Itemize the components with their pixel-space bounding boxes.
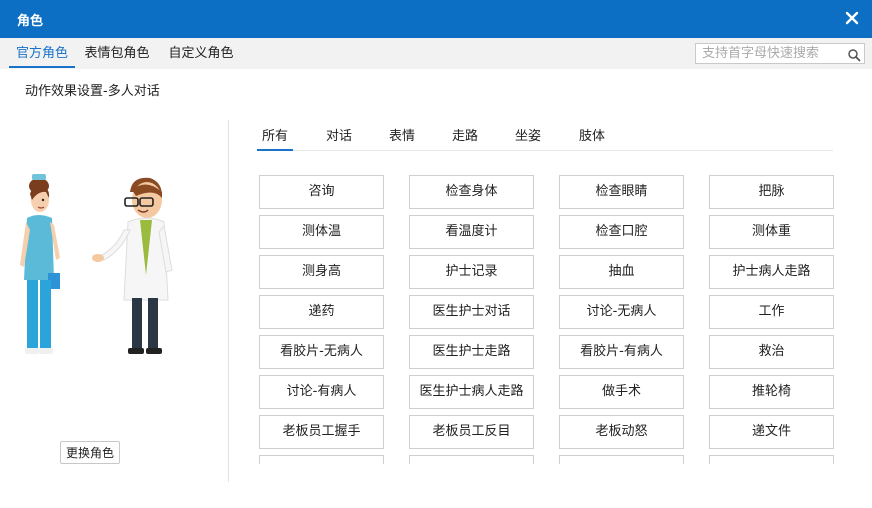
action-button[interactable]: 救治 — [709, 335, 834, 369]
filter-dialogue[interactable]: 对话 — [321, 126, 357, 150]
search-input[interactable] — [702, 45, 842, 62]
nurse-figure — [20, 174, 60, 354]
action-button[interactable]: 递药 — [259, 295, 384, 329]
action-button[interactable]: 医生护士对话 — [409, 295, 534, 329]
action-button[interactable]: 递文件 — [709, 415, 834, 449]
action-button[interactable]: 把脉 — [709, 175, 834, 209]
action-button[interactable]: 工作 — [709, 295, 834, 329]
action-button[interactable]: 测体温 — [259, 215, 384, 249]
action-button[interactable]: 咨询 — [259, 175, 384, 209]
action-button[interactable] — [409, 455, 534, 464]
action-button[interactable] — [559, 455, 684, 464]
title-bar: 角色 — [0, 0, 872, 38]
action-button[interactable]: 老板动怒 — [559, 415, 684, 449]
action-button[interactable]: 老板员工反目 — [409, 415, 534, 449]
character-preview — [20, 174, 173, 354]
action-button[interactable] — [709, 455, 834, 464]
action-button[interactable]: 医生护士病人走路 — [409, 375, 534, 409]
action-button[interactable]: 抽血 — [559, 255, 684, 289]
filter-body[interactable]: 肢体 — [574, 126, 610, 150]
close-icon[interactable] — [842, 8, 862, 28]
panel-divider — [228, 120, 229, 482]
filter-walk[interactable]: 走路 — [447, 126, 483, 150]
action-filter-bar: 所有 对话 表情 走路 坐姿 肢体 — [257, 126, 833, 151]
filter-all[interactable]: 所有 — [257, 126, 293, 151]
search-box — [695, 43, 865, 64]
action-button[interactable]: 医生护士走路 — [409, 335, 534, 369]
action-button[interactable]: 检查口腔 — [559, 215, 684, 249]
change-role-button[interactable]: 更换角色 — [60, 441, 120, 464]
section-title: 动作效果设置-多人对话 — [25, 84, 160, 99]
window-title: 角色 — [17, 14, 44, 29]
action-button[interactable]: 老板员工握手 — [259, 415, 384, 449]
action-button[interactable]: 测身高 — [259, 255, 384, 289]
filter-sitting[interactable]: 坐姿 — [510, 126, 546, 150]
action-button[interactable]: 看胶片-无病人 — [259, 335, 384, 369]
action-button[interactable]: 讨论-有病人 — [259, 375, 384, 409]
action-button[interactable]: 护士病人走路 — [709, 255, 834, 289]
action-button[interactable]: 推轮椅 — [709, 375, 834, 409]
action-button[interactable]: 护士记录 — [409, 255, 534, 289]
action-button[interactable] — [259, 455, 384, 464]
action-button[interactable]: 讨论-无病人 — [559, 295, 684, 329]
tab-custom-roles[interactable]: 自定义角色 — [165, 38, 237, 69]
action-button[interactable]: 测体重 — [709, 215, 834, 249]
action-button[interactable]: 做手术 — [559, 375, 684, 409]
filter-expression[interactable]: 表情 — [384, 126, 420, 150]
action-grid-scroll: 咨询 检查身体 检查眼睛 把脉 测体温 看温度计 检查口腔 测体重 测身高 护士… — [259, 175, 839, 464]
tab-official-roles[interactable]: 官方角色 — [9, 38, 75, 69]
action-grid: 咨询 检查身体 检查眼睛 把脉 测体温 看温度计 检查口腔 测体重 测身高 护士… — [259, 175, 839, 464]
tab-sticker-roles[interactable]: 表情包角色 — [81, 38, 153, 69]
action-button[interactable]: 看温度计 — [409, 215, 534, 249]
doctor-figure — [92, 177, 173, 354]
action-button[interactable]: 检查身体 — [409, 175, 534, 209]
action-button[interactable]: 看胶片-有病人 — [559, 335, 684, 369]
search-icon[interactable] — [847, 47, 861, 62]
action-button[interactable]: 检查眼睛 — [559, 175, 684, 209]
